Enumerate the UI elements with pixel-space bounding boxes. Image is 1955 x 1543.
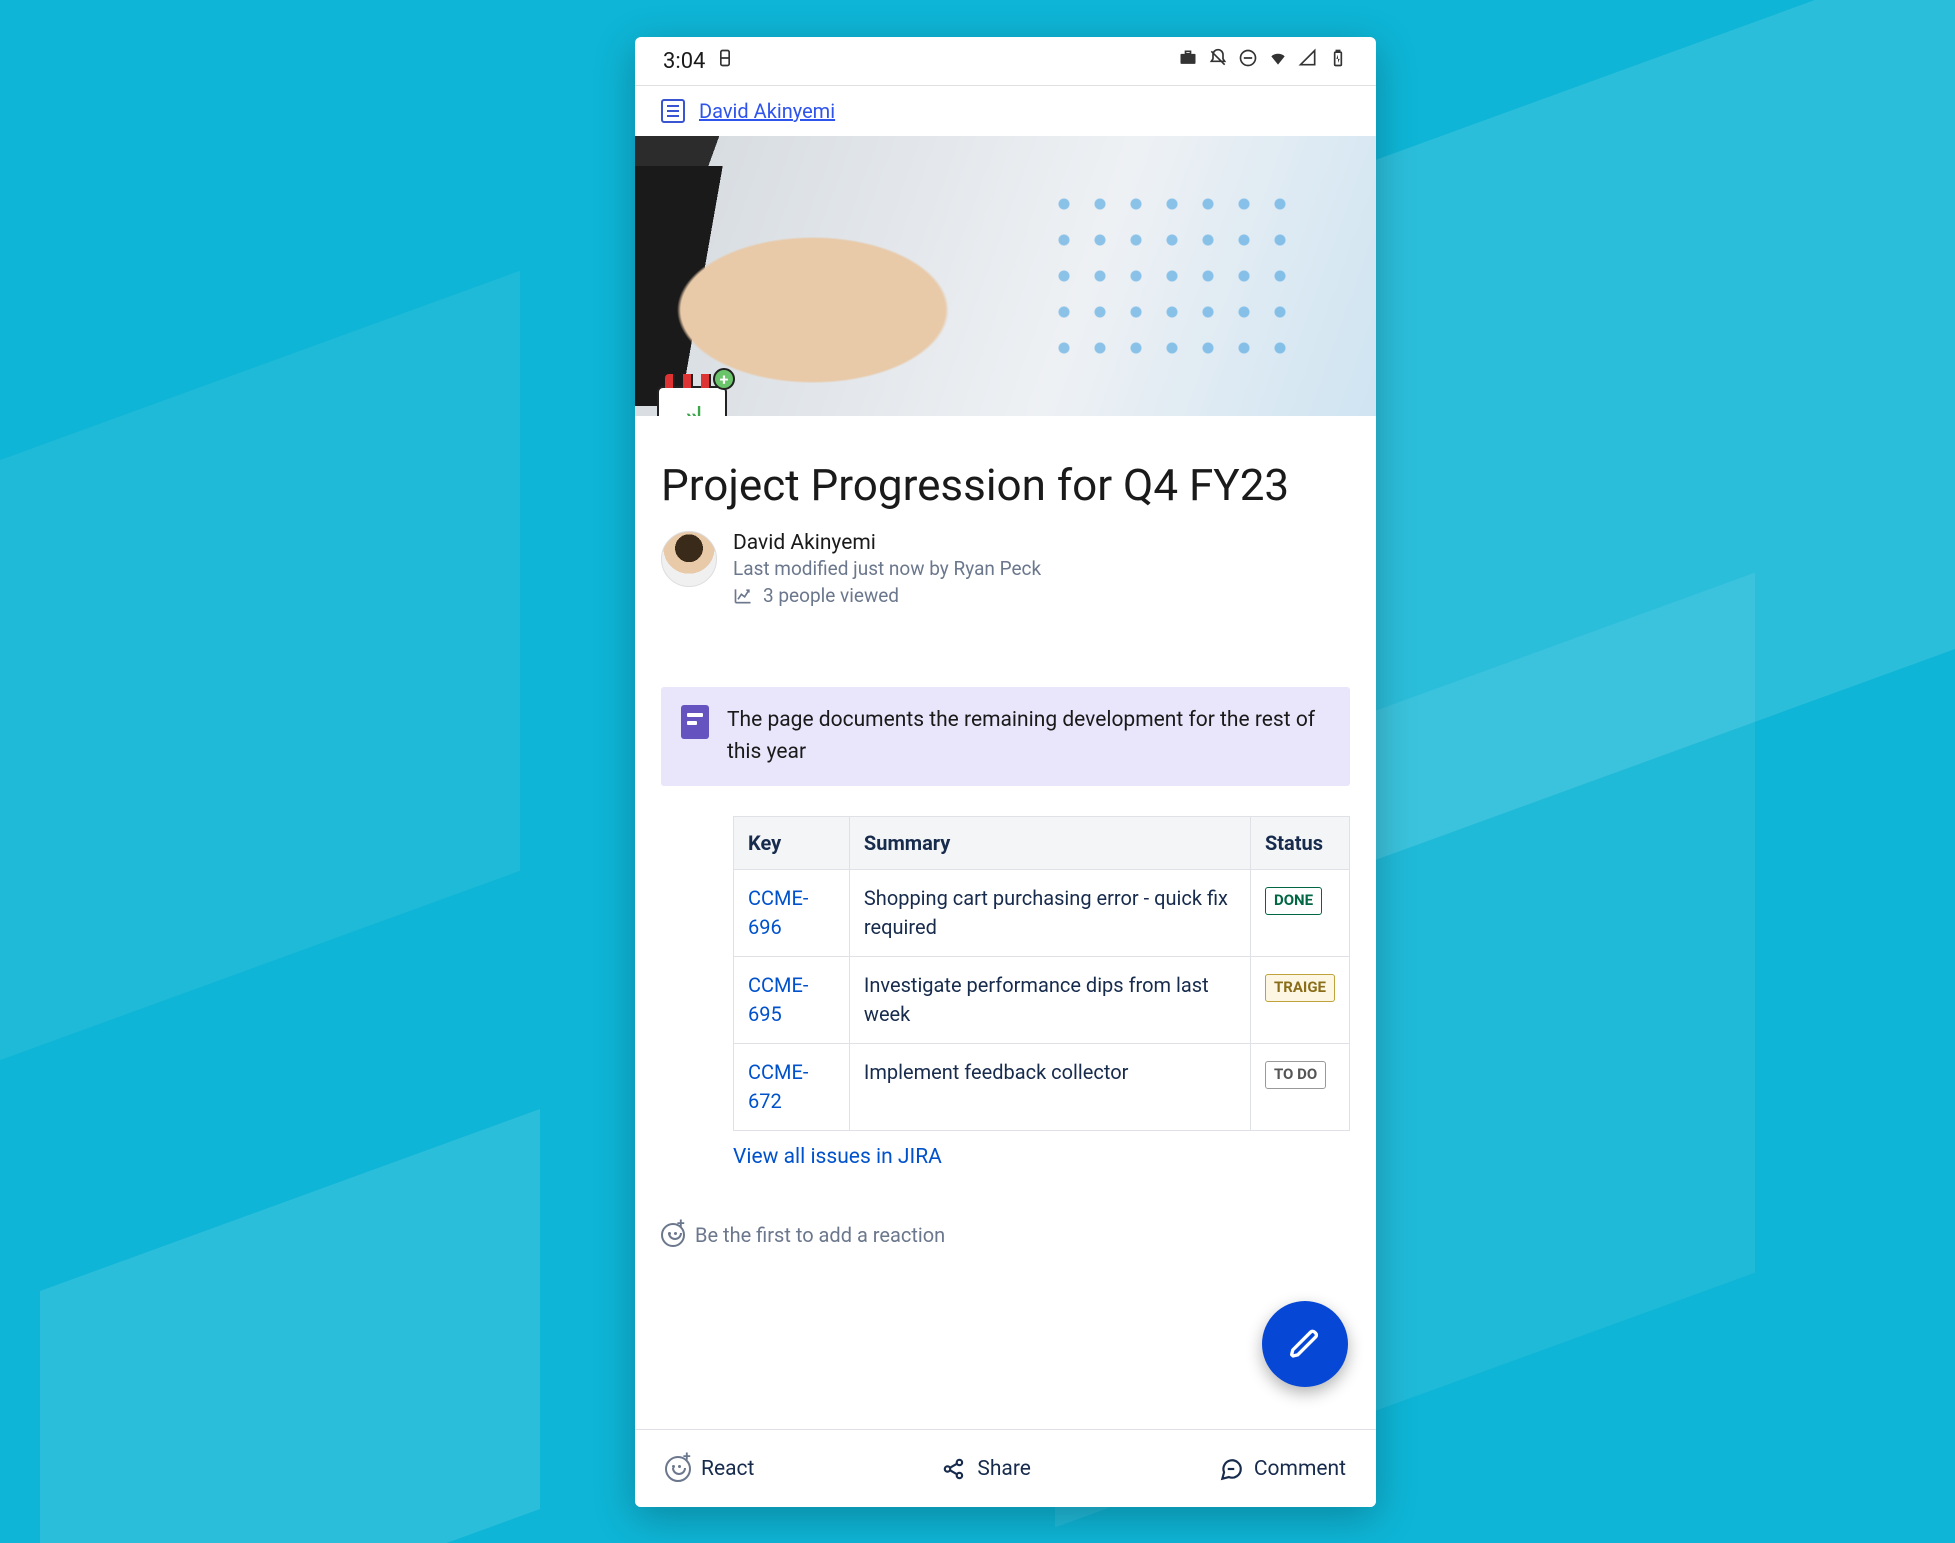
comment-label: Comment [1254, 1457, 1346, 1481]
breadcrumb-author-link[interactable]: David Akinyemi [699, 99, 835, 123]
comment-button[interactable]: Comment [1218, 1456, 1346, 1482]
battery-icon [1328, 48, 1348, 74]
reaction-prompt-row[interactable]: Be the first to add a reaction [635, 1209, 1376, 1267]
table-row: CCME-696 Shopping cart purchasing error -… [734, 870, 1350, 957]
table-row: CCME-695 Investigate performance dips fro… [734, 957, 1350, 1044]
issue-key-link[interactable]: CCME-672 [748, 1060, 808, 1113]
phone-frame: 3:04 David Akinyemi »| + Project Progres… [635, 37, 1376, 1507]
pencil-icon [1289, 1328, 1321, 1360]
hero-image: »| + [635, 136, 1376, 416]
briefcase-icon [1178, 48, 1198, 74]
views-count: 3 people viewed [763, 584, 899, 607]
mute-icon [1208, 48, 1228, 74]
info-panel-text: The page documents the remaining develop… [727, 705, 1330, 768]
issue-summary: Implement feedback collector [849, 1044, 1250, 1131]
avatar[interactable] [661, 531, 717, 587]
table-row: CCME-672 Implement feedback collector TO D… [734, 1044, 1350, 1131]
analytics-icon [733, 586, 753, 606]
bottom-bar: React Share Comment [635, 1429, 1376, 1507]
page-emoji-sticker[interactable]: »| + [657, 386, 727, 416]
react-label: React [701, 1457, 754, 1481]
issues-table: Key Summary Status CCME-696 Shopping cart… [733, 816, 1350, 1131]
modified-info: Last modified just now by Ryan Peck [733, 557, 1041, 580]
page-icon [661, 99, 685, 123]
share-icon [941, 1456, 967, 1482]
issue-summary: Shopping cart purchasing error - quick f… [849, 870, 1250, 957]
react-button[interactable]: React [665, 1456, 754, 1482]
device-icon [715, 48, 735, 74]
wifi-icon [1268, 48, 1288, 74]
signal-icon [1298, 48, 1318, 74]
note-panel-icon [681, 705, 709, 739]
issue-key-link[interactable]: CCME-696 [748, 886, 808, 939]
reaction-prompt-text: Be the first to add a reaction [695, 1223, 945, 1247]
status-badge: TRAIGE [1265, 974, 1335, 1002]
author-block: David Akinyemi Last modified just now by… [661, 531, 1350, 607]
view-all-link-wrap: View all issues in JIRA [733, 1145, 1376, 1169]
status-bar: 3:04 [635, 37, 1376, 85]
col-status: Status [1250, 817, 1349, 870]
issues-table-wrap: Key Summary Status CCME-696 Shopping cart… [733, 816, 1350, 1131]
info-panel: The page documents the remaining develop… [661, 687, 1350, 786]
react-icon [665, 1456, 691, 1482]
status-badge: DONE [1265, 887, 1322, 915]
issue-key-link[interactable]: CCME-695 [748, 973, 808, 1026]
status-badge: TO DO [1265, 1061, 1326, 1089]
col-summary: Summary [849, 817, 1250, 870]
status-time: 3:04 [663, 49, 705, 74]
page-title: Project Progression for Q4 FY23 [661, 458, 1350, 513]
add-reaction-icon[interactable] [661, 1223, 685, 1247]
share-button[interactable]: Share [941, 1456, 1031, 1482]
author-name[interactable]: David Akinyemi [733, 531, 1041, 555]
issue-summary: Investigate performance dips from last w… [849, 957, 1250, 1044]
col-key: Key [734, 817, 850, 870]
views-row[interactable]: 3 people viewed [733, 584, 1041, 607]
edit-fab[interactable] [1262, 1301, 1348, 1387]
breadcrumb: David Akinyemi [635, 85, 1376, 136]
view-all-issues-link[interactable]: View all issues in JIRA [733, 1145, 942, 1169]
share-label: Share [977, 1457, 1031, 1481]
table-header-row: Key Summary Status [734, 817, 1350, 870]
dnd-icon [1238, 48, 1258, 74]
comment-icon [1218, 1456, 1244, 1482]
